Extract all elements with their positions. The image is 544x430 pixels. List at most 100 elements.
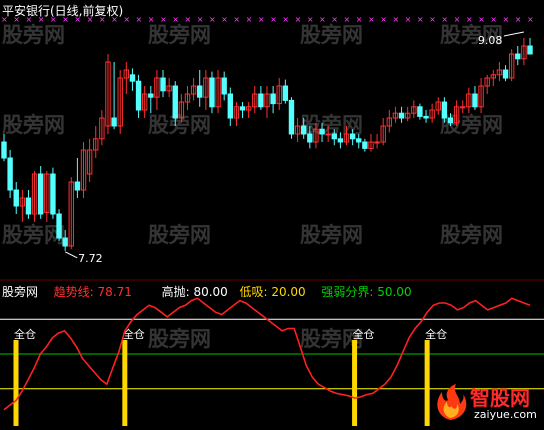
indicator-header: 股旁网 趋势线: 78.71 高抛: 80.00 低吸: 20.00 强弱分界:…: [2, 283, 412, 300]
candle: [502, 65, 509, 82]
cross-marker: ×: [441, 15, 448, 24]
cross-marker: ×: [478, 15, 485, 24]
candle: [423, 110, 429, 123]
candle: [270, 86, 276, 114]
candle: [276, 78, 282, 110]
candle: [496, 62, 503, 82]
candle: [508, 49, 515, 82]
candle: [37, 166, 44, 219]
candle-body: [209, 77, 215, 108]
candle-body: [282, 85, 289, 101]
candle: [1, 134, 7, 162]
candle: [478, 78, 484, 114]
main-chart-title: 平安银行(日线,前复权): [2, 2, 123, 19]
cross-marker: ×: [405, 15, 412, 24]
watermark-text: 股旁网: [2, 223, 65, 247]
cross-marker: ×: [331, 15, 338, 24]
candle: [258, 86, 264, 110]
cross-marker: ×: [503, 15, 510, 24]
cross-marker: ×: [197, 15, 204, 24]
candle: [374, 134, 380, 149]
candle: [245, 102, 252, 118]
candle: [484, 74, 490, 94]
signal-bar: [122, 340, 128, 426]
cross-marker: ×: [466, 15, 473, 24]
cross-marker: ×: [344, 15, 351, 24]
candle: [148, 86, 154, 114]
candle: [386, 110, 393, 133]
high-price-label: 9.08: [478, 34, 503, 47]
high-value: 80.00: [193, 285, 228, 299]
cross-marker: ×: [392, 15, 399, 24]
candle-body: [288, 99, 295, 135]
cross-marker: ×: [270, 15, 277, 24]
candle-body: [349, 133, 356, 140]
candle: [515, 46, 521, 66]
candle-body: [1, 141, 7, 159]
candle: [68, 177, 74, 250]
cross-marker: ×: [221, 15, 228, 24]
cross-marker: ×: [123, 15, 130, 24]
candle: [160, 70, 166, 98]
candle-body: [527, 45, 533, 55]
candle: [239, 102, 246, 118]
signal-label: 全仓: [14, 327, 36, 341]
candle: [178, 94, 185, 123]
candle-body: [74, 181, 81, 191]
candle: [472, 86, 478, 110]
low-pointer: [64, 251, 78, 259]
candle: [368, 134, 374, 152]
candle: [93, 126, 99, 158]
signal-label: 全仓: [353, 327, 375, 341]
watermark-text: 股旁网: [440, 113, 503, 137]
candle: [264, 86, 270, 118]
candle: [105, 54, 111, 134]
logo-name: 智股网: [470, 386, 530, 410]
signal-bar: [352, 340, 358, 426]
candle: [521, 38, 527, 66]
signal-bar: [424, 340, 430, 426]
candle: [7, 150, 13, 198]
cross-marker: ×: [184, 15, 191, 24]
candle-body: [111, 117, 117, 127]
candle: [86, 138, 93, 182]
candle: [25, 190, 32, 219]
candle: [411, 100, 417, 118]
chart-canvas: 股旁网 股旁网 股旁网 股旁网股旁网 股旁网 股旁网 股旁网股旁网 股旁网 股旁网 股旁网股旁网股…: [0, 15, 544, 426]
candle-body: [300, 125, 307, 135]
candle: [490, 70, 497, 86]
candle-body: [239, 106, 246, 111]
cross-marker: ×: [454, 15, 461, 24]
high-label: 高抛:: [161, 285, 190, 299]
candle-body: [148, 93, 154, 98]
candle: [233, 102, 240, 126]
cross-marker: ×: [160, 15, 167, 24]
watermark-text: 股旁网: [2, 23, 65, 47]
low-value: 20.00: [271, 285, 306, 299]
candle: [184, 86, 191, 110]
candle: [527, 38, 533, 55]
candle: [197, 70, 203, 107]
candle-body: [25, 197, 32, 215]
high-pointer: [503, 31, 524, 37]
cross-marker: ×: [295, 15, 302, 24]
candle-body: [227, 93, 234, 119]
candle-body: [337, 138, 344, 143]
candle-body: [417, 106, 423, 117]
cross-marker: ×: [515, 15, 522, 24]
candle-body: [374, 141, 380, 144]
candle-body: [13, 189, 19, 207]
candle: [111, 62, 117, 130]
low-price-label: 7.72: [78, 252, 103, 265]
watermark-text: 股旁网: [148, 223, 211, 247]
cross-marker: ×: [380, 15, 387, 24]
trend-label: 趋势线:: [53, 285, 94, 299]
watermark-text: 股旁网: [300, 23, 363, 47]
candlestick-series: [1, 38, 533, 251]
cross-marker: ×: [136, 15, 143, 24]
candle-body: [472, 93, 478, 108]
candle: [31, 170, 38, 222]
candle-body: [62, 237, 68, 247]
logo-url: zaiyue.com: [474, 408, 537, 421]
candle-body: [221, 77, 227, 95]
